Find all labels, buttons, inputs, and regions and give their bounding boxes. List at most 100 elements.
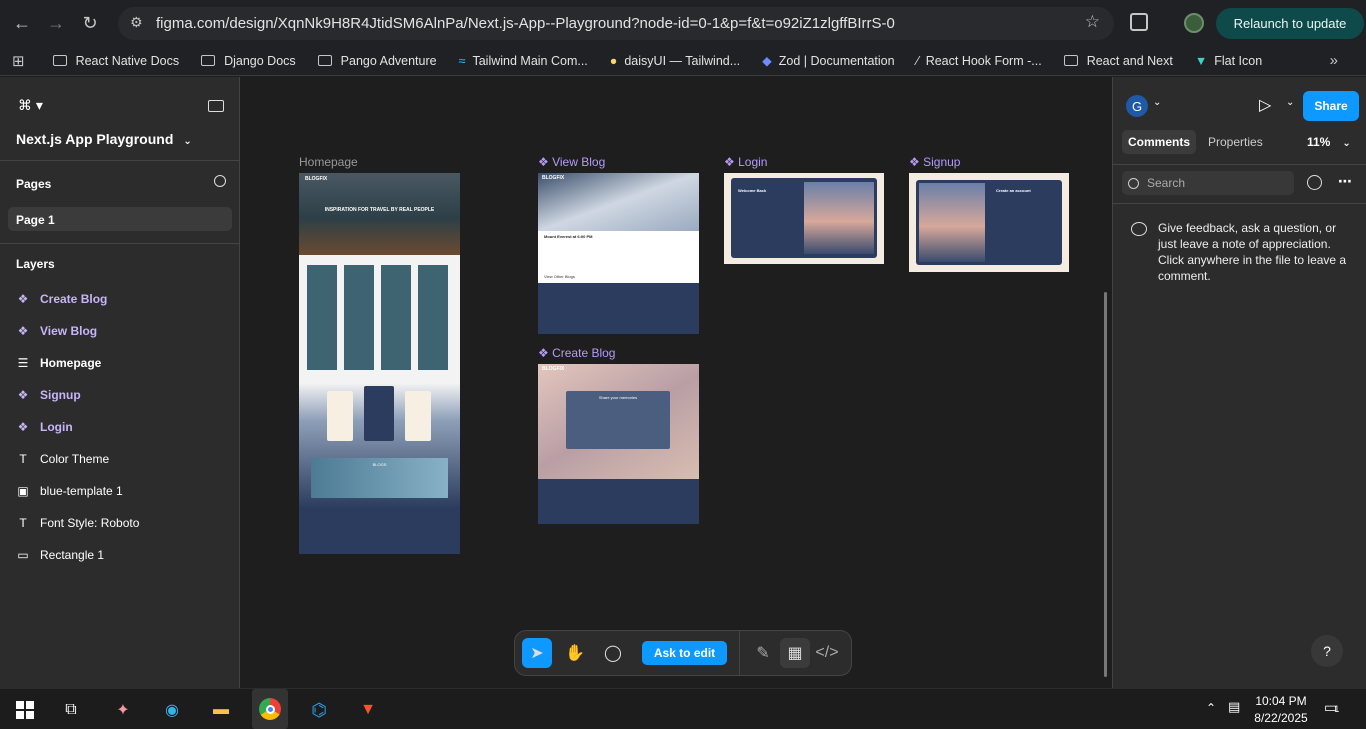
frame-label-homepage[interactable]: Homepage [299,155,358,169]
chevron-down-icon: ⌄ [1342,138,1351,149]
frame-icon: ☰ [17,356,29,370]
more-bookmarks-icon[interactable]: » [1330,52,1338,69]
toggle-sidebar-icon[interactable] [208,100,224,112]
frame-label-view-blog[interactable]: ❖ View Blog [538,155,605,169]
bookmark-item[interactable]: ⁄ React Hook Form -... [917,54,1042,68]
layer-login[interactable]: ❖ Login [16,418,73,436]
create-account-text: Create an account [996,188,1031,193]
dev-mode-icon[interactable]: </> [812,638,842,668]
image-icon: ▣ [17,484,29,498]
layer-signup[interactable]: ❖ Signup [16,386,81,404]
divider [1113,203,1366,204]
bookmark-item[interactable]: Django Docs [201,54,296,68]
mountain-image [538,173,699,231]
folder-icon [201,55,216,66]
component-icon: ❖ [17,420,29,434]
windows-taskbar: ⧉ ✦ ◉ ▬ ⌬ ▼ ⌃ ▤ 10:04 PM 8/22/2025 ▭1 [0,688,1366,729]
clock-date: 8/22/2025 [1254,711,1308,725]
frame-signup[interactable]: Create an account [909,173,1069,272]
text-icon: T [19,452,27,466]
star-icon[interactable]: ☆ [1085,12,1100,32]
tab-properties[interactable]: Properties [1208,135,1263,149]
blog-grid [307,265,452,370]
layers-title: Layers [16,257,55,271]
share-button[interactable]: Share [1303,91,1359,121]
blogs-label: BLOGS [372,462,387,467]
profile-avatar[interactable] [1184,13,1204,33]
hand-tool-icon[interactable]: ✋ [560,638,590,668]
show-hidden-icons[interactable]: ⌃ [1206,701,1216,715]
clock[interactable]: 10:04 PM 8/22/2025 [1250,693,1312,727]
draw-icon[interactable]: ✎ [748,638,778,668]
relaunch-button[interactable]: Relaunch to update [1216,8,1364,39]
page-item-page-1[interactable]: Page 1 [8,207,232,231]
bookmark-item[interactable]: ● daisyUI — Tailwind... [610,54,740,68]
bookmark-item[interactable]: Pango Adventure [317,54,437,68]
card [405,391,431,441]
apps-icon[interactable]: ⊞ [12,52,25,70]
frame-label-login[interactable]: ❖ Login [724,155,767,169]
edge-icon[interactable]: ◉ [157,695,187,725]
frame-create-blog[interactable]: BLOGFIX Share your memories [538,364,699,524]
task-view-icon[interactable]: ⧉ [56,695,86,725]
vscode-icon[interactable]: ⌬ [304,695,334,725]
frame-label-signup[interactable]: ❖ Signup [909,155,960,169]
back-icon[interactable]: ← [5,6,39,40]
bookmark-item[interactable]: ≈ Tailwind Main Com... [459,54,588,68]
layer-font-style[interactable]: T Font Style: Roboto [16,514,139,532]
frame-login[interactable]: Welcome Back [724,173,884,264]
comment-tool-icon[interactable]: ◯ [598,638,628,668]
file-explorer-icon[interactable]: ▬ [206,695,236,725]
frame-homepage[interactable]: BLOGFIX INSPIRATION FOR TRAVEL BY REAL P… [299,173,460,554]
layer-blue-template[interactable]: ▣ blue-template 1 [16,482,122,500]
search-icon[interactable] [214,175,226,187]
design-mode-icon[interactable]: ▦ [780,638,810,668]
bookmark-item[interactable]: React Native Docs [52,54,179,68]
copilot-icon[interactable]: ✦ [108,695,138,725]
search-placeholder: Search [1147,176,1186,190]
extensions-icon[interactable] [1130,13,1148,31]
url-text[interactable]: figma.com/design/XqnNk9H8R4JtidSM6AlnPa/… [156,15,895,32]
chevron-down-icon[interactable]: ⌄ [1153,97,1161,108]
file-name[interactable]: Next.js App Playground ⌄ [16,131,192,147]
frame-view-blog[interactable]: BLOGFIX Mount Everest at 6:00 PM View Ot… [538,173,699,334]
zod-icon: ◆ [762,54,772,68]
comment-icon [1131,222,1147,236]
site-info-icon[interactable]: ⚙ [130,14,143,31]
more-options-icon[interactable]: ⋯ [1338,173,1352,190]
chrome-icon[interactable] [252,689,288,729]
windows-start-icon[interactable] [10,695,40,725]
layer-create-blog[interactable]: ❖ Create Blog [16,290,108,308]
layer-rectangle[interactable]: ▭ Rectangle 1 [16,546,104,564]
zoom-level[interactable]: 11% ⌄ [1307,135,1351,149]
mountain-image [919,183,985,262]
help-button[interactable]: ? [1311,635,1343,667]
user-avatar[interactable]: G [1126,95,1148,117]
ask-to-edit-button[interactable]: Ask to edit [642,641,727,665]
hero-image [299,173,460,255]
layer-view-blog[interactable]: ❖ View Blog [16,322,98,340]
reload-icon[interactable]: ↻ [73,6,107,40]
notification-icon[interactable]: ▭1 [1324,699,1339,716]
tab-comments[interactable]: Comments [1122,130,1196,154]
layer-homepage[interactable]: ☰ Homepage [16,354,102,372]
design-canvas[interactable]: Homepage BLOGFIX INSPIRATION FOR TRAVEL … [241,77,1112,688]
vertical-scrollbar[interactable] [1104,292,1107,677]
address-bar[interactable]: ⚙ figma.com/design/XqnNk9H8R4JtidSM6AlnP… [118,7,1114,40]
search-icon [1128,177,1139,189]
bookmark-item[interactable]: ▼ Flat Icon [1195,54,1262,68]
layer-color-theme[interactable]: T Color Theme [16,450,109,468]
search-input[interactable]: Search [1122,171,1294,195]
frame-label-create-blog[interactable]: ❖ Create Blog [538,346,615,360]
present-icon[interactable]: ▷ [1259,95,1271,115]
bookmark-item[interactable]: ◆ Zod | Documentation [762,53,894,69]
filter-icon[interactable] [1307,175,1322,190]
network-icon[interactable]: ▤ [1228,699,1240,715]
figma-menu-icon[interactable]: ⌘ ▾ [18,97,43,114]
forward-icon[interactable]: → [39,6,73,40]
move-tool-icon[interactable]: ➤ [522,638,552,668]
chevron-down-icon[interactable]: ⌄ [1286,97,1294,108]
brand-label: BLOGFIX [305,176,328,182]
brave-icon[interactable]: ▼ [353,695,383,725]
bookmark-item[interactable]: React and Next [1063,54,1173,68]
